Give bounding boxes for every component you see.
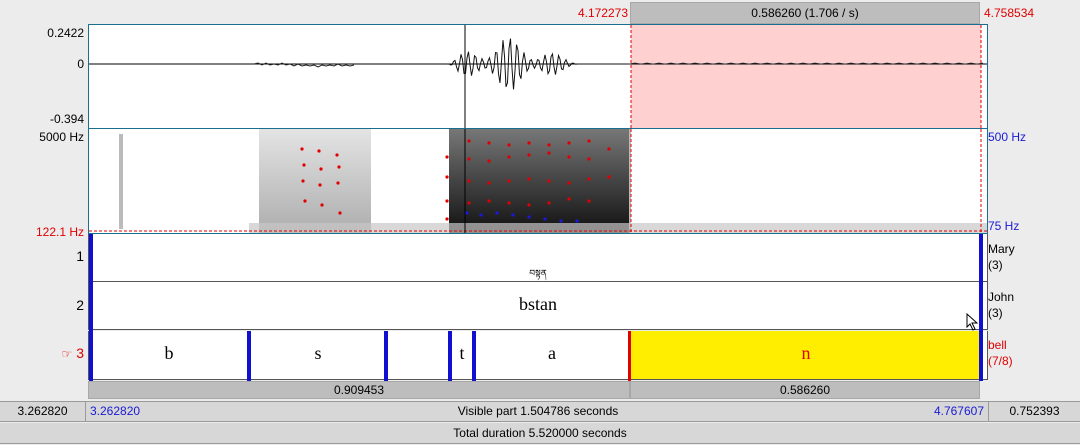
waveform-max-label: 0.2422 (47, 26, 84, 40)
boundary-t-gap (448, 331, 452, 381)
tier-1-name-label: Mary (988, 242, 1015, 256)
boundary-b-s (247, 331, 251, 381)
pitch-top-label: 500 Hz (988, 130, 1027, 144)
selection-duration-bar[interactable]: 0.586260 (1.706 / s) (630, 2, 980, 24)
spectro-fricative (259, 129, 371, 233)
boundary-s-t (384, 331, 388, 381)
tier-3-number: ☞ 3 (2, 345, 84, 361)
tier-3-number-label: 3 (76, 345, 84, 361)
boundary-right (979, 234, 983, 381)
boundary-t-a (472, 331, 476, 381)
tier-3-name-label: bell (988, 338, 1007, 352)
pitch-bottom-label: 75 Hz (988, 219, 1020, 233)
waveform-min-label: -0.394 (49, 112, 84, 126)
mouse-cursor-icon (966, 313, 979, 331)
tier-2-name: John (3) (988, 289, 1014, 321)
tier-1-name: Mary (3) (988, 241, 1015, 273)
window-end-time[interactable]: 0.752393 (988, 402, 1080, 421)
segment-left-duration[interactable]: 0.909453 (88, 381, 630, 399)
window-start-time[interactable]: 3.262820 (0, 402, 86, 421)
hand-pointer-icon: ☞ (61, 347, 73, 361)
spectro-click (119, 134, 123, 229)
tier-3-name: bell (7/8) (988, 337, 1013, 369)
boundary-left (89, 234, 93, 381)
tier-2-number: 2 (76, 297, 84, 313)
tier-1-number: 1 (76, 248, 84, 264)
spectrogram-panel[interactable] (88, 129, 988, 234)
spectro-top-freq: 5000 Hz (39, 130, 84, 144)
spectro-bottom-freq: 122.1 Hz (35, 225, 84, 239)
tier-2-count: (3) (988, 306, 1003, 320)
waveform-svg (89, 25, 987, 128)
spectrogram-svg (89, 129, 987, 233)
spectro-vowel (449, 129, 629, 233)
selection-highlight (631, 25, 981, 128)
segment-right-duration[interactable]: 0.586260 (630, 381, 980, 399)
total-duration-bar[interactable]: Total duration 5.520000 seconds (0, 423, 1080, 444)
selection-start-time: 4.172273 (577, 6, 628, 20)
visible-part-label: Visible part 1.504786 seconds (457, 404, 619, 418)
boundary-overlay (89, 234, 983, 381)
tier-1-count: (3) (988, 258, 1003, 272)
visible-part-row[interactable]: 3.262820 3.262820 Visible part 1.504786 … (0, 401, 1080, 422)
tier-3-count: (7/8) (988, 354, 1013, 368)
boundary-a-n (628, 331, 631, 381)
visible-end-time: 4.767607 (933, 404, 984, 418)
tier-2-name-label: John (988, 290, 1015, 304)
waveform-panel[interactable] (88, 24, 988, 129)
selection-end-time: 4.758534 (984, 6, 1035, 20)
waveform-zero-label: 0 (77, 57, 84, 71)
